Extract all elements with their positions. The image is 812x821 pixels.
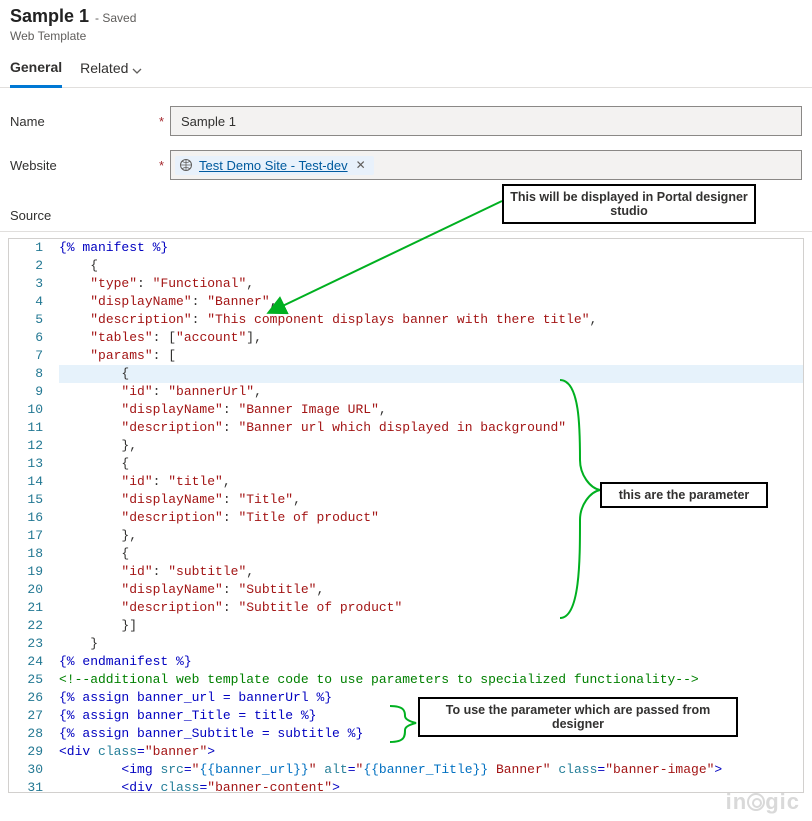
line-number: 12 xyxy=(9,437,53,455)
line-number: 9 xyxy=(9,383,53,401)
code-line[interactable]: "displayName": "Subtitle", xyxy=(53,581,803,599)
record-title: Sample 1 xyxy=(10,6,89,27)
line-number: 20 xyxy=(9,581,53,599)
line-number: 19 xyxy=(9,563,53,581)
line-number: 11 xyxy=(9,419,53,437)
code-line[interactable]: <div class="banner-content"> xyxy=(53,779,803,793)
code-line[interactable]: "description": "Subtitle of product" xyxy=(53,599,803,617)
required-indicator: * xyxy=(159,114,164,129)
name-input[interactable] xyxy=(170,106,802,136)
annotation-box-2: this are the parameter xyxy=(600,482,768,508)
line-number: 31 xyxy=(9,779,53,793)
code-line[interactable]: { xyxy=(53,257,803,275)
line-number: 2 xyxy=(9,257,53,275)
name-label: Name* xyxy=(10,114,170,129)
annotation-box-3: To use the parameter which are passed fr… xyxy=(418,697,738,737)
code-line[interactable]: } xyxy=(53,635,803,653)
tab-list: General Related xyxy=(0,47,812,88)
line-number: 21 xyxy=(9,599,53,617)
line-number: 26 xyxy=(9,689,53,707)
line-number: 29 xyxy=(9,743,53,761)
line-number: 7 xyxy=(9,347,53,365)
code-line[interactable]: "displayName": "Banner", xyxy=(53,293,803,311)
line-number: 13 xyxy=(9,455,53,473)
code-line[interactable]: { xyxy=(53,545,803,563)
code-line[interactable]: { xyxy=(53,455,803,473)
code-line[interactable]: {% manifest %} xyxy=(53,239,803,257)
line-number: 25 xyxy=(9,671,53,689)
line-number: 17 xyxy=(9,527,53,545)
code-line[interactable]: <div class="banner"> xyxy=(53,743,803,761)
code-line[interactable]: "params": [ xyxy=(53,347,803,365)
code-line[interactable]: { xyxy=(53,365,803,383)
code-line[interactable]: "description": "Banner url which display… xyxy=(53,419,803,437)
tab-related[interactable]: Related xyxy=(80,60,142,86)
tab-related-label: Related xyxy=(80,60,128,76)
website-label: Website* xyxy=(10,158,170,173)
code-line[interactable]: "displayName": "Banner Image URL", xyxy=(53,401,803,419)
chevron-down-icon xyxy=(132,63,142,73)
line-number: 1 xyxy=(9,239,53,257)
watermark: ingic xyxy=(726,789,800,815)
line-number: 18 xyxy=(9,545,53,563)
record-entity: Web Template xyxy=(10,29,802,43)
code-line[interactable]: "description": "Title of product" xyxy=(53,509,803,527)
code-line[interactable]: {% endmanifest %} xyxy=(53,653,803,671)
tab-general-label: General xyxy=(10,59,62,75)
code-line[interactable]: "id": "bannerUrl", xyxy=(53,383,803,401)
annotation-box-1: This will be displayed in Portal designe… xyxy=(502,184,756,224)
required-indicator: * xyxy=(159,158,164,173)
line-number: 22 xyxy=(9,617,53,635)
code-line[interactable]: "id": "subtitle", xyxy=(53,563,803,581)
line-number: 14 xyxy=(9,473,53,491)
code-line[interactable]: "description": "This component displays … xyxy=(53,311,803,329)
line-number: 6 xyxy=(9,329,53,347)
code-line[interactable]: }, xyxy=(53,437,803,455)
line-number: 5 xyxy=(9,311,53,329)
code-line[interactable]: "tables": ["account"], xyxy=(53,329,803,347)
remove-chip-icon[interactable]: ✕ xyxy=(354,158,368,172)
line-number: 27 xyxy=(9,707,53,725)
line-number: 30 xyxy=(9,761,53,779)
globe-icon xyxy=(179,158,193,172)
line-number: 23 xyxy=(9,635,53,653)
website-link[interactable]: Test Demo Site - Test-dev xyxy=(199,158,348,173)
line-number: 10 xyxy=(9,401,53,419)
line-number: 4 xyxy=(9,293,53,311)
line-number: 28 xyxy=(9,725,53,743)
lookup-chip: Test Demo Site - Test-dev ✕ xyxy=(175,156,374,175)
saved-indicator: - Saved xyxy=(95,11,136,25)
tab-general[interactable]: General xyxy=(10,59,62,88)
code-line[interactable]: }] xyxy=(53,617,803,635)
website-lookup[interactable]: Test Demo Site - Test-dev ✕ xyxy=(170,150,802,180)
code-line[interactable]: <img src="{{banner_url}}" alt="{{banner_… xyxy=(53,761,803,779)
record-header: Sample 1 - Saved Web Template xyxy=(0,0,812,47)
code-line[interactable]: }, xyxy=(53,527,803,545)
line-number: 3 xyxy=(9,275,53,293)
code-line[interactable]: <!--additional web template code to use … xyxy=(53,671,803,689)
code-line[interactable]: "type": "Functional", xyxy=(53,275,803,293)
line-number: 15 xyxy=(9,491,53,509)
line-number: 24 xyxy=(9,653,53,671)
line-number: 16 xyxy=(9,509,53,527)
line-number: 8 xyxy=(9,365,53,383)
